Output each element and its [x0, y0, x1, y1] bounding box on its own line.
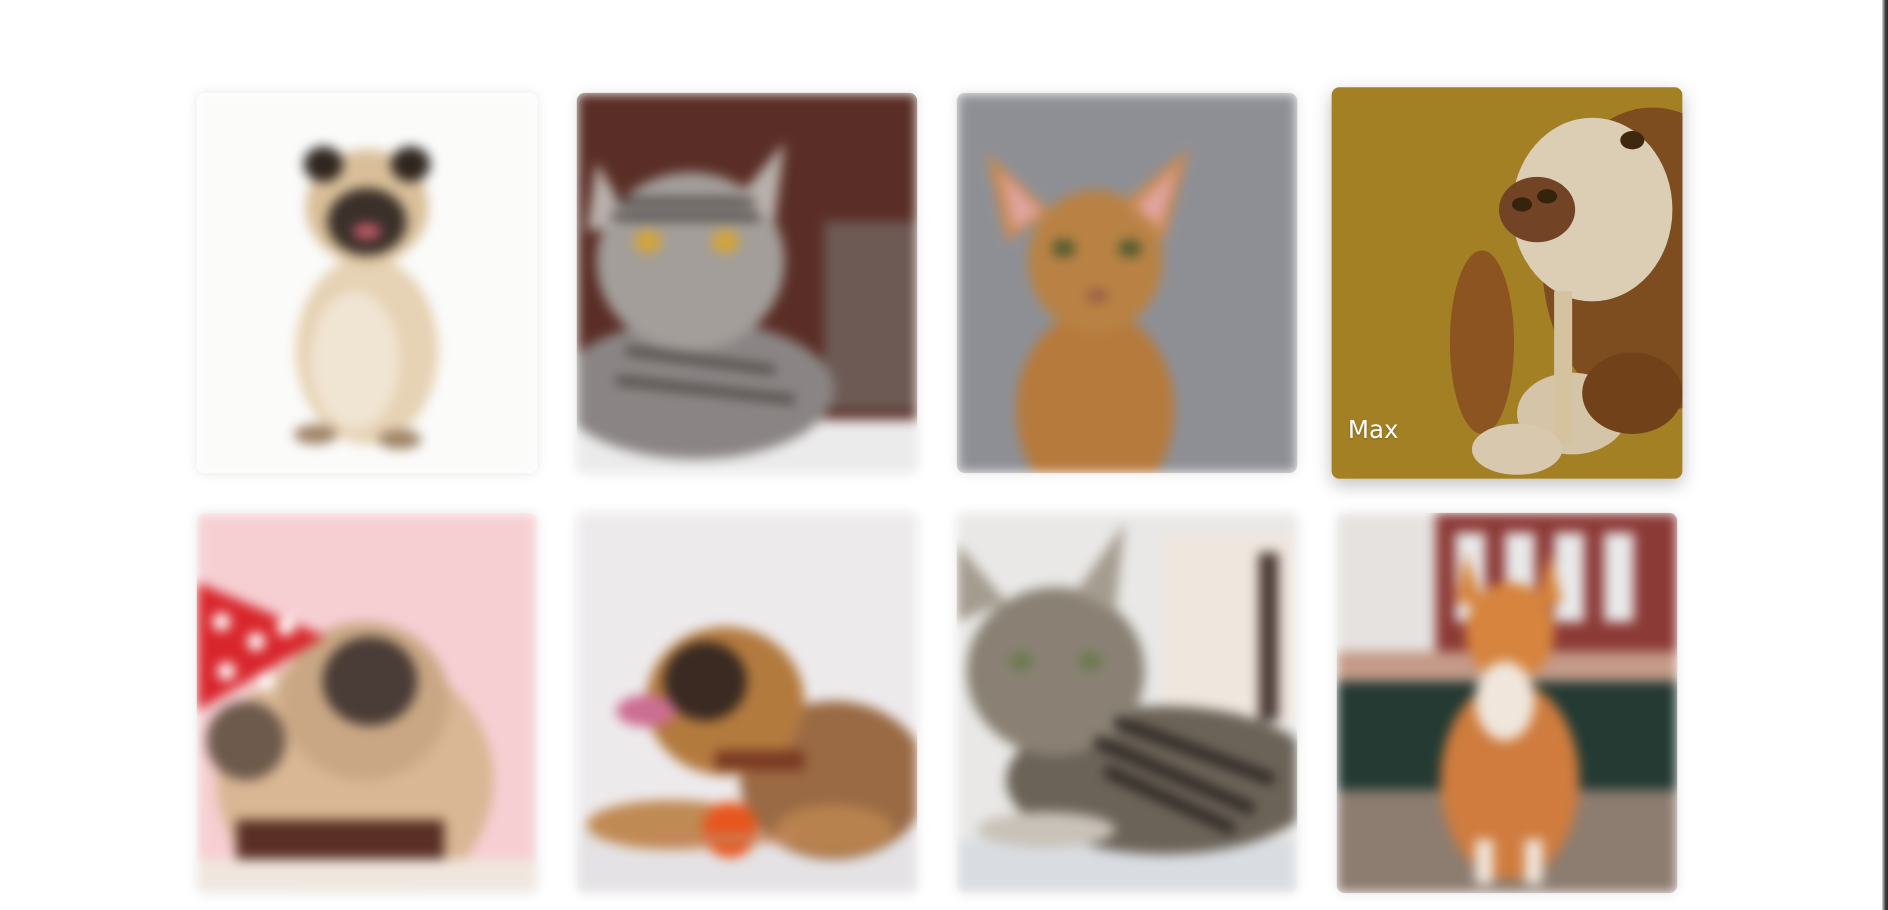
pet-card-puppy-ball[interactable]: [576, 512, 918, 894]
pet-card-pug[interactable]: [196, 92, 538, 474]
pug-photo: [196, 92, 538, 474]
pet-card-abyssinian[interactable]: [956, 92, 1298, 474]
pet-card-tabby-lying[interactable]: [956, 512, 1298, 894]
silver-tabby-cat-photo: [576, 92, 918, 474]
puppy-with-ball-photo: [576, 512, 918, 894]
pet-gallery-page: Max: [0, 0, 1888, 910]
pet-card-party-pug[interactable]: [196, 512, 538, 894]
pet-card-grid: Max: [195, 87, 1690, 895]
pet-name-label: Max: [1347, 415, 1399, 445]
pet-card-silver-tabby[interactable]: [576, 92, 918, 474]
pug-party-hat-photo: [196, 512, 538, 894]
pet-card-max[interactable]: Max: [1331, 87, 1683, 479]
orange-cat-outdoor-photo: [1336, 512, 1678, 894]
abyssinian-cat-photo: [956, 92, 1298, 474]
pet-card-orange-cat[interactable]: [1336, 512, 1678, 894]
window-edge: [1882, 0, 1888, 910]
tabby-cat-lying-photo: [956, 512, 1298, 894]
